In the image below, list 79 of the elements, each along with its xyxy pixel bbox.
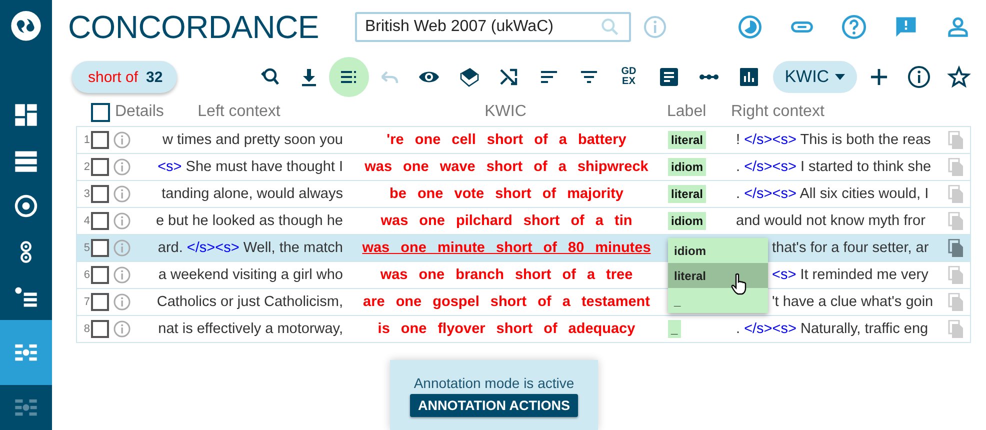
column-header: KWIC [484, 103, 526, 121]
right-context: . </s><s> Naturally, traffic eng [735, 321, 930, 337]
right-context: . </s><s> I started to think she [735, 159, 932, 175]
hand-cursor-icon [730, 273, 748, 295]
kwic-text: was one pilchard short of a tin [380, 213, 634, 229]
line-number: 6 [82, 269, 91, 281]
concordance-row[interactable]: 1 w times and pretty soon you 're one cell short of a battery literal ! </s><s> This is both the reas [77, 127, 970, 154]
row-checkbox[interactable] [91, 239, 109, 257]
right-context: and would not know myth fror [735, 213, 926, 229]
caret-icon [835, 74, 846, 80]
notice-message: Annotation mode is active [414, 375, 574, 391]
annotation-actions-button[interactable]: ANNOTATION ACTIONS [410, 394, 578, 417]
left-context: <s> She must have thought I [156, 159, 344, 175]
info-icon[interactable] [907, 65, 932, 89]
label-tag[interactable]: _ [668, 320, 681, 338]
star-icon[interactable] [947, 65, 972, 89]
dots-icon [696, 72, 721, 82]
corpus-field[interactable]: British Web 2007 (ukWaC) [354, 12, 631, 42]
kwic-text: was one minute short of 80 minutes [361, 240, 652, 256]
view-dropdown[interactable]: KWIC [772, 61, 858, 93]
column-header: Label [667, 103, 706, 121]
menu-option[interactable]: _ [668, 288, 768, 313]
label-tag[interactable]: literal [668, 185, 706, 203]
row-checkbox[interactable] [91, 185, 109, 203]
right-context: that's for a four setter, ar [771, 240, 930, 256]
label-tag[interactable]: idiom [668, 158, 706, 176]
logo-icon[interactable] [9, 11, 43, 41]
left-context: w times and pretty soon you [161, 132, 344, 148]
column-header: Right context [731, 103, 824, 121]
kwic-text: was one branch short of a tree [379, 267, 634, 283]
right-context: . </s><s> All six cities would, I [735, 186, 930, 202]
row-checkbox[interactable] [91, 212, 109, 230]
label-tag[interactable]: idiom [668, 212, 706, 230]
left-context: tanding alone, would always [160, 186, 344, 202]
column-header: Details [115, 103, 164, 121]
query-chip[interactable]: short of 32 [72, 61, 177, 93]
select-all-checkbox[interactable] [91, 102, 110, 122]
menu-option[interactable]: literal [668, 263, 768, 288]
column-header: Left context [198, 103, 280, 121]
right-context: 't have a clue what's goin [771, 294, 934, 310]
left-context: Catholics or just Catholicism, [156, 294, 344, 310]
help-icon[interactable] [841, 14, 867, 40]
toolbar-button[interactable] [328, 57, 369, 97]
right-context: ! </s><s> This is both the reas [735, 132, 932, 148]
left-context: nat is effectively a motorway, [157, 321, 344, 337]
line-number: 7 [82, 296, 91, 308]
kwic-text: was one wave short of a shipwreck [364, 159, 650, 175]
row-checkbox[interactable] [91, 158, 109, 176]
kwic-text: 're one cell short of a battery [386, 132, 628, 148]
line-number: 2 [82, 161, 91, 173]
menu-option[interactable]: idiom [668, 238, 768, 263]
row-checkbox[interactable] [91, 320, 109, 338]
concordance-row[interactable]: 2 <s> She must have thought I was one wave short of a shipwreck idiom . </s><s> I started to think she [77, 154, 970, 181]
concordance-row[interactable]: 3 tanding alone, would always be one vote short of majority literal . </s><s> All six cities would, I [77, 181, 970, 208]
line-number: 5 [82, 242, 91, 254]
line-number: 4 [82, 215, 91, 227]
row-checkbox[interactable] [91, 266, 109, 284]
kwic-text: be one vote short of majority [388, 186, 624, 202]
target-icon [13, 193, 39, 220]
row-checkbox[interactable] [91, 293, 109, 311]
left-context: a weekend visiting a girl who [157, 267, 344, 283]
page-title: CONCORDANCE [68, 8, 319, 46]
dashboard-icon [13, 102, 39, 128]
line-number: 8 [82, 323, 91, 335]
left-context: e but he looked as though he [154, 213, 344, 229]
copy-icon[interactable] [948, 239, 964, 257]
query-text: short of [88, 68, 138, 86]
toolbar-button[interactable]: GD EX [608, 57, 649, 97]
right-context: <s> It reminded me very [771, 267, 930, 283]
label-tag[interactable]: literal [668, 131, 706, 149]
concordance-row[interactable]: 8 nat is effectively a motorway, is one flyover short of adequacy _ . </s><s> Naturally, traffic eng [77, 316, 970, 342]
left-context: ard. </s><s> Well, the match [156, 240, 344, 256]
pie-clock-icon[interactable] [737, 14, 763, 40]
line-number: 1 [82, 134, 91, 146]
kwic-text: are one gospel short of a testament [362, 294, 651, 310]
line-number: 3 [82, 188, 91, 200]
row-checkbox[interactable] [91, 131, 109, 149]
kwic-text: is one flyover short of adequacy [376, 321, 636, 337]
result-count: 32 [146, 68, 163, 86]
